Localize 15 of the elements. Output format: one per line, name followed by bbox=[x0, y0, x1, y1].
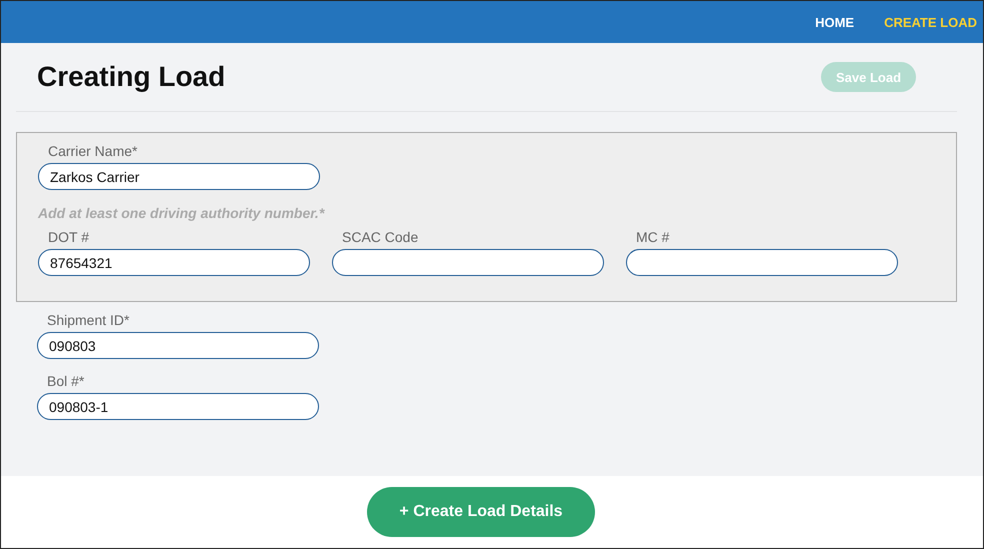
input-field[interactable]: 87654321 bbox=[38, 249, 310, 276]
field-label: SCAC Code bbox=[341, 229, 420, 245]
input-field[interactable]: Zarkos Carrier bbox=[38, 163, 320, 190]
input-field[interactable]: 090803-1 bbox=[37, 393, 319, 420]
input-field[interactable]: 090803 bbox=[37, 332, 319, 359]
field-label: Carrier Name* bbox=[47, 143, 138, 159]
field-label: Bol #* bbox=[46, 373, 86, 389]
field-label: Shipment ID* bbox=[46, 312, 130, 328]
input-field[interactable] bbox=[332, 249, 604, 276]
page-title: Creating Load bbox=[37, 61, 226, 93]
input-field[interactable] bbox=[626, 249, 898, 276]
field-label: MC # bbox=[635, 229, 670, 245]
field-label: DOT # bbox=[47, 229, 90, 245]
authority-hint: Add at least one driving authority number.* bbox=[38, 205, 326, 221]
nav-link[interactable]: HOME bbox=[815, 14, 854, 30]
